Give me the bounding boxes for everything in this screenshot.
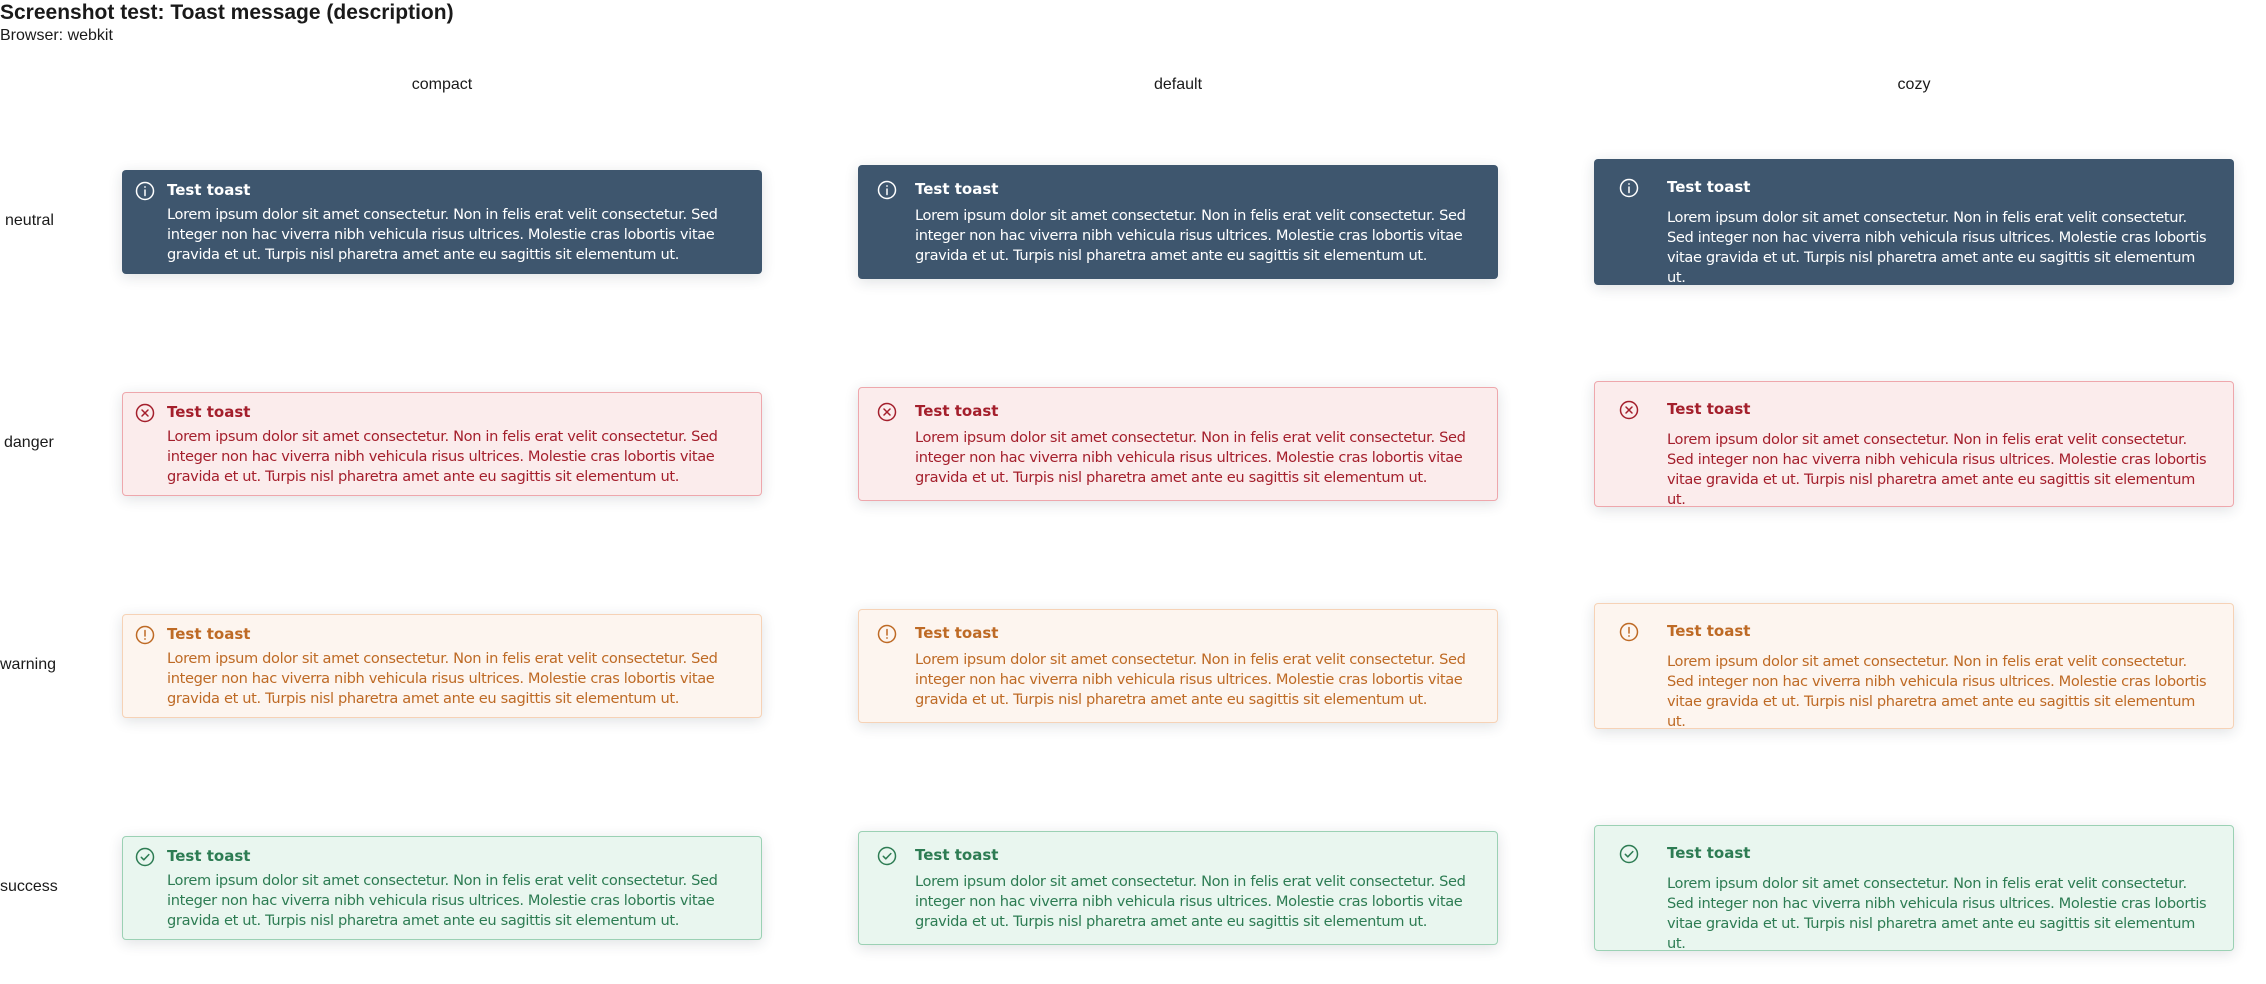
toast-success-default: Test toast Lorem ipsum dolor sit amet con… xyxy=(858,831,1498,945)
toast-danger-default: Test toast Lorem ipsum dolor sit amet con… xyxy=(858,387,1498,501)
toast-description: Lorem ipsum dolor sit amet consectetur. … xyxy=(915,207,1466,264)
toast-success-cozy: Test toast Lorem ipsum dolor sit amet con… xyxy=(1594,825,2234,952)
toast-warning-compact: Test toast Lorem ipsum dolor sit amet con… xyxy=(122,614,762,718)
toast-title: Test toast xyxy=(1667,622,1751,640)
toast-description: Lorem ipsum dolor sit amet consectetur. … xyxy=(1667,653,2207,730)
toast-title: Test toast xyxy=(1667,844,1751,862)
close-circle-icon xyxy=(135,403,155,423)
toast-title: Test toast xyxy=(915,180,999,198)
toast-description: Lorem ipsum dolor sit amet consectetur. … xyxy=(1667,875,2207,952)
info-icon xyxy=(1619,178,1639,198)
toast-danger-compact: Test toast Lorem ipsum dolor sit amet con… xyxy=(122,392,762,496)
toast-title: Test toast xyxy=(167,847,251,865)
toast-title: Test toast xyxy=(1667,178,1751,196)
toast-warning-default: Test toast Lorem ipsum dolor sit amet con… xyxy=(858,609,1498,723)
page-title: Screenshot test: Toast message (descript… xyxy=(0,1,454,24)
column-header-default: default xyxy=(1153,76,1203,93)
toast-description: Lorem ipsum dolor sit amet consectetur. … xyxy=(1667,209,2207,286)
row-label-danger: danger xyxy=(4,434,54,451)
exclamation-circle-icon xyxy=(135,625,155,645)
toast-title: Test toast xyxy=(1667,400,1751,418)
toast-title: Test toast xyxy=(167,403,251,421)
row-label-warning: warning xyxy=(0,656,57,673)
close-circle-icon xyxy=(877,402,897,422)
toast-neutral-compact: Test toast Lorem ipsum dolor sit amet con… xyxy=(122,170,762,274)
toast-success-compact: Test toast Lorem ipsum dolor sit amet con… xyxy=(122,836,762,940)
check-circle-icon xyxy=(135,847,155,867)
toast-title: Test toast xyxy=(915,624,999,642)
check-circle-icon xyxy=(1619,844,1639,864)
toast-title: Test toast xyxy=(167,625,251,643)
toast-description: Lorem ipsum dolor sit amet consectetur. … xyxy=(915,429,1466,486)
info-icon xyxy=(135,181,155,201)
toast-description: Lorem ipsum dolor sit amet consectetur. … xyxy=(1667,431,2207,508)
row-label-neutral: neutral xyxy=(5,212,54,229)
toast-description: Lorem ipsum dolor sit amet consectetur. … xyxy=(167,872,718,929)
toast-neutral-cozy: Test toast Lorem ipsum dolor sit amet con… xyxy=(1594,159,2234,286)
toast-title: Test toast xyxy=(915,402,999,420)
toast-warning-cozy: Test toast Lorem ipsum dolor sit amet con… xyxy=(1594,603,2234,730)
column-header-cozy: cozy xyxy=(1897,76,1931,93)
exclamation-circle-icon xyxy=(1619,622,1639,642)
toast-description: Lorem ipsum dolor sit amet consectetur. … xyxy=(167,428,718,485)
toast-title: Test toast xyxy=(167,181,251,199)
browser-label: Browser: webkit xyxy=(0,27,113,44)
toast-description: Lorem ipsum dolor sit amet consectetur. … xyxy=(167,650,718,707)
toast-description: Lorem ipsum dolor sit amet consectetur. … xyxy=(167,206,718,263)
close-circle-icon xyxy=(1619,400,1639,420)
toast-description: Lorem ipsum dolor sit amet consectetur. … xyxy=(915,873,1466,930)
row-label-success: success xyxy=(0,878,58,895)
toast-danger-cozy: Test toast Lorem ipsum dolor sit amet con… xyxy=(1594,381,2234,508)
check-circle-icon xyxy=(877,846,897,866)
exclamation-circle-icon xyxy=(877,624,897,644)
toast-description: Lorem ipsum dolor sit amet consectetur. … xyxy=(915,651,1466,708)
column-header-compact: compact xyxy=(411,76,473,93)
toast-title: Test toast xyxy=(915,846,999,864)
info-icon xyxy=(877,180,897,200)
toast-neutral-default: Test toast Lorem ipsum dolor sit amet con… xyxy=(858,165,1498,279)
